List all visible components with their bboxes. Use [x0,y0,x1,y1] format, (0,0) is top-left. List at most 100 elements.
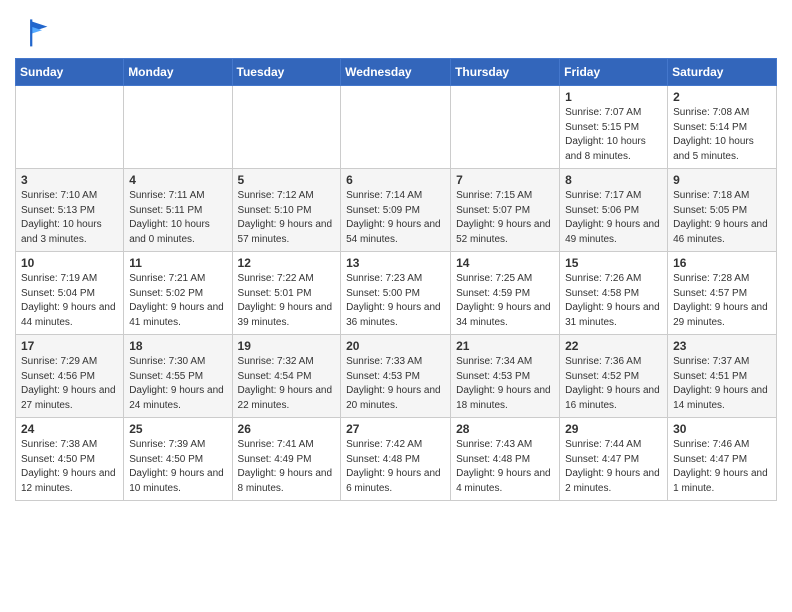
week-row-2: 3 Sunrise: 7:10 AMSunset: 5:13 PMDaylight… [16,169,777,252]
day-number: 30 [673,422,771,436]
day-number: 27 [346,422,445,436]
day-number: 20 [346,339,445,353]
logo-icon [15,14,51,50]
weekday-header-thursday: Thursday [451,59,560,86]
calendar-cell: 5 Sunrise: 7:12 AMSunset: 5:10 PMDaylight… [232,169,341,252]
day-number: 18 [129,339,226,353]
day-info: Sunrise: 7:10 AMSunset: 5:13 PMDaylight:… [21,189,118,247]
day-number: 7 [456,173,554,187]
day-number: 2 [673,90,771,104]
day-info: Sunrise: 7:22 AMSunset: 5:01 PMDaylight:… [238,272,336,330]
day-number: 4 [129,173,226,187]
calendar-cell: 12 Sunrise: 7:22 AMSunset: 5:01 PMDayligh… [232,252,341,335]
calendar-cell: 3 Sunrise: 7:10 AMSunset: 5:13 PMDaylight… [16,169,124,252]
day-info: Sunrise: 7:34 AMSunset: 4:53 PMDaylight:… [456,355,554,413]
day-number: 29 [565,422,662,436]
calendar-cell: 7 Sunrise: 7:15 AMSunset: 5:07 PMDaylight… [451,169,560,252]
week-row-3: 10 Sunrise: 7:19 AMSunset: 5:04 PMDayligh… [16,252,777,335]
calendar-cell: 13 Sunrise: 7:23 AMSunset: 5:00 PMDayligh… [341,252,451,335]
calendar-cell: 2 Sunrise: 7:08 AMSunset: 5:14 PMDaylight… [668,86,777,169]
day-info: Sunrise: 7:36 AMSunset: 4:52 PMDaylight:… [565,355,662,413]
day-info: Sunrise: 7:18 AMSunset: 5:05 PMDaylight:… [673,189,771,247]
day-info: Sunrise: 7:23 AMSunset: 5:00 PMDaylight:… [346,272,445,330]
day-number: 22 [565,339,662,353]
day-info: Sunrise: 7:07 AMSunset: 5:15 PMDaylight:… [565,106,662,164]
day-info: Sunrise: 7:28 AMSunset: 4:57 PMDaylight:… [673,272,771,330]
day-info: Sunrise: 7:19 AMSunset: 5:04 PMDaylight:… [21,272,118,330]
day-number: 5 [238,173,336,187]
calendar-cell [232,86,341,169]
calendar-cell [451,86,560,169]
day-number: 12 [238,256,336,270]
calendar-cell: 1 Sunrise: 7:07 AMSunset: 5:15 PMDaylight… [560,86,668,169]
calendar-cell: 20 Sunrise: 7:33 AMSunset: 4:53 PMDayligh… [341,335,451,418]
calendar-cell: 19Sunrise: 7:32 AMSunset: 4:54 PMDayligh… [232,335,341,418]
day-info: Sunrise: 7:44 AMSunset: 4:47 PMDaylight:… [565,438,662,496]
calendar-cell: 25 Sunrise: 7:39 AMSunset: 4:50 PMDayligh… [124,418,232,501]
weekday-header-sunday: Sunday [16,59,124,86]
calendar-cell: 27 Sunrise: 7:42 AMSunset: 4:48 PMDayligh… [341,418,451,501]
day-info: Sunrise: 7:15 AMSunset: 5:07 PMDaylight:… [456,189,554,247]
logo [15,14,55,50]
calendar-cell: 30Sunrise: 7:46 AMSunset: 4:47 PMDayligh… [668,418,777,501]
week-row-4: 17 Sunrise: 7:29 AMSunset: 4:56 PMDayligh… [16,335,777,418]
day-info: Sunrise: 7:41 AMSunset: 4:49 PMDaylight:… [238,438,336,496]
day-info: Sunrise: 7:25 AMSunset: 4:59 PMDaylight:… [456,272,554,330]
day-info: Sunrise: 7:14 AMSunset: 5:09 PMDaylight:… [346,189,445,247]
calendar-cell: 8Sunrise: 7:17 AMSunset: 5:06 PMDaylight… [560,169,668,252]
calendar-cell: 22 Sunrise: 7:36 AMSunset: 4:52 PMDayligh… [560,335,668,418]
calendar-cell: 28 Sunrise: 7:43 AMSunset: 4:48 PMDayligh… [451,418,560,501]
day-info: Sunrise: 7:08 AMSunset: 5:14 PMDaylight:… [673,106,771,164]
day-number: 19 [238,339,336,353]
weekday-header-wednesday: Wednesday [341,59,451,86]
day-number: 8 [565,173,662,187]
day-info: Sunrise: 7:11 AMSunset: 5:11 PMDaylight:… [129,189,226,247]
calendar-cell: 14Sunrise: 7:25 AMSunset: 4:59 PMDayligh… [451,252,560,335]
day-info: Sunrise: 7:38 AMSunset: 4:50 PMDaylight:… [21,438,118,496]
day-info: Sunrise: 7:29 AMSunset: 4:56 PMDaylight:… [21,355,118,413]
calendar-cell: 17 Sunrise: 7:29 AMSunset: 4:56 PMDayligh… [16,335,124,418]
day-info: Sunrise: 7:26 AMSunset: 4:58 PMDaylight:… [565,272,662,330]
day-number: 28 [456,422,554,436]
calendar-cell: 10 Sunrise: 7:19 AMSunset: 5:04 PMDayligh… [16,252,124,335]
calendar-cell: 6 Sunrise: 7:14 AMSunset: 5:09 PMDaylight… [341,169,451,252]
day-number: 1 [565,90,662,104]
day-number: 25 [129,422,226,436]
day-number: 3 [21,173,118,187]
day-info: Sunrise: 7:33 AMSunset: 4:53 PMDaylight:… [346,355,445,413]
day-info: Sunrise: 7:43 AMSunset: 4:48 PMDaylight:… [456,438,554,496]
calendar-cell: 23 Sunrise: 7:37 AMSunset: 4:51 PMDayligh… [668,335,777,418]
week-row-1: 1 Sunrise: 7:07 AMSunset: 5:15 PMDaylight… [16,86,777,169]
week-row-5: 24 Sunrise: 7:38 AMSunset: 4:50 PMDayligh… [16,418,777,501]
calendar-cell: 15 Sunrise: 7:26 AMSunset: 4:58 PMDayligh… [560,252,668,335]
day-info: Sunrise: 7:37 AMSunset: 4:51 PMDaylight:… [673,355,771,413]
day-number: 13 [346,256,445,270]
calendar-cell: 4 Sunrise: 7:11 AMSunset: 5:11 PMDaylight… [124,169,232,252]
day-info: Sunrise: 7:39 AMSunset: 4:50 PMDaylight:… [129,438,226,496]
day-info: Sunrise: 7:12 AMSunset: 5:10 PMDaylight:… [238,189,336,247]
calendar-cell: 18 Sunrise: 7:30 AMSunset: 4:55 PMDayligh… [124,335,232,418]
weekday-header-friday: Friday [560,59,668,86]
day-info: Sunrise: 7:21 AMSunset: 5:02 PMDaylight:… [129,272,226,330]
day-number: 26 [238,422,336,436]
calendar-cell: 26 Sunrise: 7:41 AMSunset: 4:49 PMDayligh… [232,418,341,501]
header [15,10,777,50]
calendar-cell: 29 Sunrise: 7:44 AMSunset: 4:47 PMDayligh… [560,418,668,501]
calendar: SundayMondayTuesdayWednesdayThursdayFrid… [15,58,777,501]
day-info: Sunrise: 7:30 AMSunset: 4:55 PMDaylight:… [129,355,226,413]
day-number: 10 [21,256,118,270]
calendar-cell [16,86,124,169]
day-number: 21 [456,339,554,353]
day-info: Sunrise: 7:42 AMSunset: 4:48 PMDaylight:… [346,438,445,496]
day-number: 9 [673,173,771,187]
day-number: 15 [565,256,662,270]
day-number: 16 [673,256,771,270]
calendar-cell: 21 Sunrise: 7:34 AMSunset: 4:53 PMDayligh… [451,335,560,418]
weekday-header-tuesday: Tuesday [232,59,341,86]
day-number: 24 [21,422,118,436]
day-number: 17 [21,339,118,353]
calendar-cell: 24 Sunrise: 7:38 AMSunset: 4:50 PMDayligh… [16,418,124,501]
calendar-cell: 9 Sunrise: 7:18 AMSunset: 5:05 PMDaylight… [668,169,777,252]
day-number: 23 [673,339,771,353]
day-number: 6 [346,173,445,187]
